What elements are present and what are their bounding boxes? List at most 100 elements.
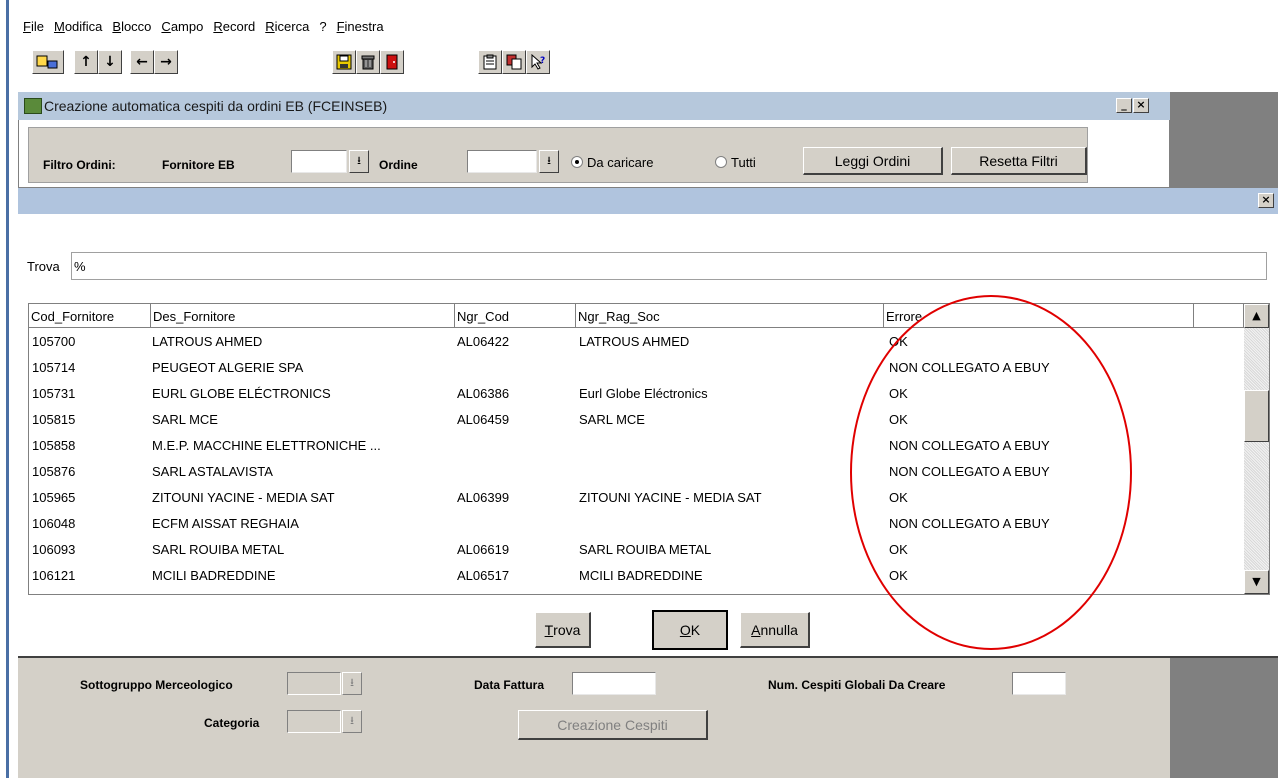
- scroll-down-button[interactable]: ▼: [1244, 570, 1269, 594]
- previous-block-button[interactable]: ↑: [74, 50, 98, 74]
- floppy-icon: [336, 54, 352, 70]
- cell-cod: 106048: [32, 516, 76, 531]
- menu-finestra[interactable]: Finestra: [332, 18, 389, 40]
- scroll-up-button[interactable]: ▲: [1244, 304, 1269, 328]
- enter-query-button[interactable]: [32, 50, 64, 74]
- menu-help[interactable]: ?: [314, 18, 331, 40]
- cell-ngr-rag-soc: ZITOUNI YACINE - MEDIA SAT: [579, 490, 762, 505]
- categoria-label: Categoria: [204, 716, 260, 730]
- cell-des: MCILI BADREDDINE: [152, 568, 276, 583]
- fornitore-field[interactable]: [291, 150, 347, 173]
- scroll-thumb[interactable]: [1244, 390, 1269, 442]
- menu-bar: File Modifica Blocco Campo Record Ricerc…: [18, 18, 389, 40]
- next-block-button[interactable]: ↓: [98, 50, 122, 74]
- cell-ngr-rag-soc: LATROUS AHMED: [579, 334, 690, 349]
- cell-cod: 106093: [32, 542, 76, 557]
- categoria-dropdown[interactable]: ⭳: [342, 710, 362, 733]
- dropdown-arrow-icon: ⭳: [350, 676, 354, 689]
- scroll-down-icon: ▼: [1252, 575, 1261, 588]
- menu-campo[interactable]: Campo: [156, 18, 208, 40]
- leggi-ordini-button[interactable]: Leggi Ordini: [803, 147, 943, 175]
- trova-button[interactable]: Trova: [535, 612, 591, 648]
- main-window-titlebar: Creazione automatica cespiti da ordini E…: [18, 92, 1170, 120]
- cell-cod: 105731: [32, 386, 76, 401]
- column-header-des-fornitore[interactable]: Des_Fornitore: [151, 304, 455, 328]
- data-fattura-label: Data Fattura: [474, 678, 545, 692]
- cell-des: ZITOUNI YACINE - MEDIA SAT: [152, 490, 335, 505]
- resetta-filtri-button[interactable]: Resetta Filtri: [951, 147, 1087, 175]
- cell-cod: 105815: [32, 412, 76, 427]
- cell-cod: 105965: [32, 490, 76, 505]
- cell-des: PEUGEOT ALGERIE SPA: [152, 360, 304, 375]
- sottogruppo-dropdown[interactable]: ⭳: [342, 672, 362, 695]
- cell-ngr-cod: AL06517: [457, 568, 510, 583]
- cell-ngr-rag-soc: MCILI BADREDDINE: [579, 568, 703, 583]
- trova-label: Trova: [27, 259, 60, 274]
- next-record-button[interactable]: →: [154, 50, 178, 74]
- cell-ngr-cod: AL06459: [457, 412, 510, 427]
- cell-des: EURL GLOBE ELÉCTRONICS: [152, 386, 331, 401]
- scroll-up-icon: ▲: [1252, 309, 1261, 322]
- cell-des: LATROUS AHMED: [152, 334, 263, 349]
- column-header-cod-fornitore[interactable]: Cod_Fornitore: [29, 304, 151, 328]
- arrow-down-icon: ↓: [104, 54, 116, 70]
- help-button[interactable]: ?: [526, 50, 550, 74]
- menu-file[interactable]: File: [18, 18, 49, 40]
- cell-cod: 106121: [32, 568, 76, 583]
- previous-record-button[interactable]: ←: [130, 50, 154, 74]
- cell-des: ECFM AISSAT REGHAIA: [152, 516, 299, 531]
- exit-button[interactable]: [380, 50, 404, 74]
- radio-tutti[interactable]: [715, 156, 727, 168]
- cell-ngr-cod: AL06386: [457, 386, 510, 401]
- highlight-annotation-ellipse: [850, 295, 1132, 650]
- trova-input[interactable]: %: [71, 252, 1267, 280]
- dialog-close-button[interactable]: ×: [1258, 193, 1274, 208]
- close-window-button[interactable]: ×: [1133, 98, 1149, 113]
- help-pointer-icon: ?: [531, 54, 545, 70]
- ordine-field[interactable]: [467, 150, 537, 173]
- exit-door-icon: [386, 54, 398, 70]
- ordine-dropdown[interactable]: ⭳: [539, 150, 559, 173]
- menu-modifica[interactable]: Modifica: [49, 18, 107, 40]
- vertical-scrollbar[interactable]: ▲ ▼: [1244, 304, 1269, 594]
- ok-button[interactable]: OK: [652, 610, 728, 650]
- cell-des: M.E.P. MACCHINE ELETTRONICHE ...: [152, 438, 381, 453]
- trash-icon: [361, 55, 375, 70]
- creazione-cespiti-button[interactable]: Creazione Cespiti: [518, 710, 708, 740]
- save-button[interactable]: [332, 50, 356, 74]
- bottom-panel: Sottogruppo Merceologico ⭳ Categoria ⭳ D…: [18, 658, 1170, 778]
- cell-ngr-rag-soc: Eurl Globe Eléctronics: [579, 386, 708, 401]
- window-left-border: [6, 0, 9, 778]
- column-header-ngr-cod[interactable]: Ngr_Cod: [455, 304, 576, 328]
- arrow-right-icon: →: [160, 54, 172, 70]
- menu-record[interactable]: Record: [208, 18, 260, 40]
- dropdown-arrow-icon: ⭳: [357, 154, 361, 167]
- toolbar: ↑ ↓ ← → ?: [18, 44, 1178, 80]
- data-fattura-field[interactable]: [572, 672, 656, 695]
- fornitore-dropdown[interactable]: ⭳: [349, 150, 369, 173]
- categoria-field[interactable]: [287, 710, 341, 733]
- column-header-empty: [1194, 304, 1244, 328]
- query-icon: [36, 55, 58, 69]
- cell-cod: 105714: [32, 360, 76, 375]
- lov-dialog-titlebar: ×: [18, 188, 1278, 214]
- cell-des: SARL ROUIBA METAL: [152, 542, 285, 557]
- copy-button[interactable]: [502, 50, 526, 74]
- dropdown-arrow-icon: ⭳: [350, 714, 354, 727]
- fornitore-label: Fornitore EB: [162, 158, 235, 172]
- menu-blocco[interactable]: Blocco: [107, 18, 156, 40]
- radio-da-caricare[interactable]: [571, 156, 583, 168]
- cell-cod: 105700: [32, 334, 76, 349]
- clipboard-button[interactable]: [478, 50, 502, 74]
- sottogruppo-field[interactable]: [287, 672, 341, 695]
- clear-button[interactable]: [356, 50, 380, 74]
- column-header-ngr-rag-soc[interactable]: Ngr_Rag_Soc: [576, 304, 884, 328]
- menu-ricerca[interactable]: Ricerca: [260, 18, 314, 40]
- cell-cod: 105858: [32, 438, 76, 453]
- mdi-background: [1170, 92, 1278, 188]
- sottogruppo-label: Sottogruppo Merceologico: [80, 678, 233, 692]
- minimize-button[interactable]: _: [1116, 98, 1132, 113]
- annulla-button[interactable]: Annulla: [740, 612, 810, 648]
- num-cespiti-field[interactable]: [1012, 672, 1066, 695]
- ordine-label: Ordine: [379, 158, 418, 172]
